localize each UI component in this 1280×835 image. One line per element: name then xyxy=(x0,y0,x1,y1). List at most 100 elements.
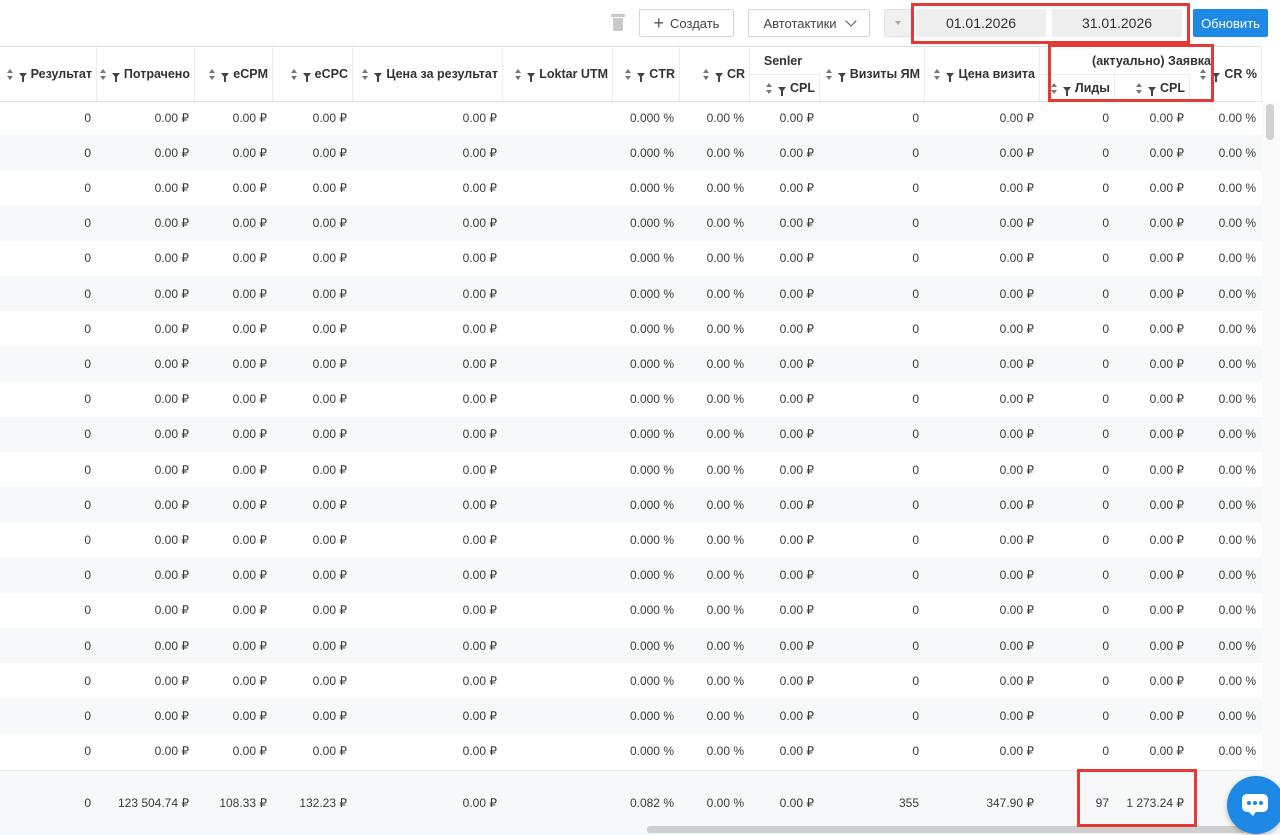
table-row[interactable]: 0 0.00 ₽ 0.00 ₽ 0.00 ₽ 0.00 ₽ 0.000 % 0.00 % 0.… xyxy=(0,205,1262,241)
sort-icon[interactable] xyxy=(99,68,106,80)
filter-icon[interactable] xyxy=(1148,86,1156,96)
column-header-senler-cpl[interactable]: CPL xyxy=(750,74,820,101)
period-preset-dropdown[interactable] xyxy=(884,9,912,37)
sort-icon[interactable] xyxy=(1050,82,1057,94)
date-from-field[interactable]: 01.01.2026 xyxy=(916,9,1046,37)
cell-senler-cpl: 0.00 ₽ xyxy=(779,708,814,723)
horizontal-scrollbar[interactable] xyxy=(647,826,1247,833)
sort-icon[interactable] xyxy=(209,68,216,80)
table-row[interactable]: 0 0.00 ₽ 0.00 ₽ 0.00 ₽ 0.00 ₽ 0.000 % 0.00 % 0.… xyxy=(0,346,1262,382)
table-row[interactable]: 0 0.00 ₽ 0.00 ₽ 0.00 ₽ 0.00 ₽ 0.000 % 0.00 % 0.… xyxy=(0,170,1262,205)
cell-ecpm: 0.00 ₽ xyxy=(232,603,267,618)
cell-price-per-result: 0.00 ₽ xyxy=(462,145,497,160)
filter-icon[interactable] xyxy=(1062,86,1071,96)
sort-icon[interactable] xyxy=(6,68,13,80)
cell-ecpm: 0.00 ₽ xyxy=(232,321,267,336)
cell-price-per-result: 0.00 ₽ xyxy=(462,532,497,547)
filter-icon[interactable] xyxy=(946,72,955,82)
cell-senler-cpl: 0.00 ₽ xyxy=(779,145,814,160)
column-header-spent[interactable]: Потрачено xyxy=(97,47,195,101)
cell-spent: 0.00 ₽ xyxy=(154,110,189,125)
table-row[interactable]: 0 0.00 ₽ 0.00 ₽ 0.00 ₽ 0.00 ₽ 0.000 % 0.00 % 0.… xyxy=(0,734,1262,769)
cell-cr: 0.00 % xyxy=(706,638,744,653)
cell-senler-cpl: 0.00 ₽ xyxy=(779,286,814,301)
filter-icon[interactable] xyxy=(778,86,786,96)
column-header-result[interactable]: Результат xyxy=(0,47,97,101)
vertical-scrollbar-thumb[interactable] xyxy=(1266,104,1274,140)
chat-icon-dot xyxy=(1253,801,1257,805)
column-group-senler: Senler xyxy=(763,53,803,68)
cell-request-cpl: 0.00 ₽ xyxy=(1149,462,1184,477)
autotactics-label: Автотактики xyxy=(763,15,837,31)
cell-cr: 0.00 % xyxy=(706,392,744,407)
column-header-leads[interactable]: Лиды xyxy=(1040,74,1115,101)
filter-icon[interactable] xyxy=(1212,72,1221,82)
autotactics-dropdown[interactable]: Автотактики xyxy=(748,9,870,37)
cell-request-cpl: 0.00 ₽ xyxy=(1149,251,1184,266)
column-header-ecpm[interactable]: eCPM xyxy=(195,47,273,101)
cell-result: 0 xyxy=(84,145,91,160)
column-label: eCPC xyxy=(314,67,348,81)
cell-visit-price: 0.00 ₽ xyxy=(999,744,1034,759)
chat-icon-dot xyxy=(1259,801,1263,805)
column-header-visits-ym[interactable]: Визиты ЯМ xyxy=(820,47,925,101)
column-header-cr-percent[interactable]: CR % xyxy=(1190,47,1262,101)
table-row[interactable]: 0 0.00 ₽ 0.00 ₽ 0.00 ₽ 0.00 ₽ 0.000 % 0.00 % 0.… xyxy=(0,135,1262,171)
column-header-loktar-utm[interactable]: Loktar UTM xyxy=(503,47,613,101)
trash-icon[interactable] xyxy=(610,13,626,33)
filter-icon[interactable] xyxy=(637,72,646,82)
table-row[interactable]: 0 0.00 ₽ 0.00 ₽ 0.00 ₽ 0.00 ₽ 0.000 % 0.00 % 0.… xyxy=(0,628,1262,664)
sort-icon[interactable] xyxy=(515,68,522,80)
column-header-cr[interactable]: CR xyxy=(680,47,750,101)
table-row[interactable]: 0 0.00 ₽ 0.00 ₽ 0.00 ₽ 0.00 ₽ 0.000 % 0.00 % 0.… xyxy=(0,382,1262,417)
sort-icon[interactable] xyxy=(1200,68,1207,80)
cell-ecpm: 0.00 ₽ xyxy=(232,286,267,301)
cell-result: 0 xyxy=(84,744,91,759)
table-row[interactable]: 0 0.00 ₽ 0.00 ₽ 0.00 ₽ 0.00 ₽ 0.000 % 0.00 % 0.… xyxy=(0,452,1262,487)
refresh-button[interactable]: Обновить xyxy=(1193,9,1268,37)
filter-icon[interactable] xyxy=(374,72,383,82)
filter-icon[interactable] xyxy=(221,72,230,82)
table-row[interactable]: 0 0.00 ₽ 0.00 ₽ 0.00 ₽ 0.00 ₽ 0.000 % 0.00 % 0.… xyxy=(0,593,1262,628)
column-header-price-per-result[interactable]: Цена за результат xyxy=(353,47,503,101)
table-row[interactable]: 0 0.00 ₽ 0.00 ₽ 0.00 ₽ 0.00 ₽ 0.000 % 0.00 % 0.… xyxy=(0,241,1262,276)
cell-spent: 0.00 ₽ xyxy=(154,462,189,477)
cell-visits-ym: 0 xyxy=(912,356,919,371)
filter-icon[interactable] xyxy=(837,72,846,82)
table-row[interactable]: 0 0.00 ₽ 0.00 ₽ 0.00 ₽ 0.00 ₽ 0.000 % 0.00 % 0.… xyxy=(0,557,1262,593)
vertical-scrollbar[interactable] xyxy=(1262,100,1280,834)
table-row[interactable]: 0 0.00 ₽ 0.00 ₽ 0.00 ₽ 0.00 ₽ 0.000 % 0.00 % 0.… xyxy=(0,311,1262,346)
table-row[interactable]: 0 0.00 ₽ 0.00 ₽ 0.00 ₽ 0.00 ₽ 0.000 % 0.00 % 0.… xyxy=(0,416,1262,452)
filter-icon[interactable] xyxy=(111,72,120,82)
column-header-visit-price[interactable]: Цена визита xyxy=(925,47,1040,101)
sort-icon[interactable] xyxy=(702,68,709,80)
create-button[interactable]: + Создать xyxy=(639,9,734,37)
sort-icon[interactable] xyxy=(362,68,369,80)
chevron-down-icon xyxy=(844,15,857,27)
sort-icon[interactable] xyxy=(290,68,297,80)
table-row[interactable]: 0 0.00 ₽ 0.00 ₽ 0.00 ₽ 0.00 ₽ 0.000 % 0.00 % 0.… xyxy=(0,522,1262,557)
column-header-request-cpl[interactable]: CPL xyxy=(1115,74,1190,101)
sort-icon[interactable] xyxy=(934,68,941,80)
table-row[interactable]: 0 0.00 ₽ 0.00 ₽ 0.00 ₽ 0.00 ₽ 0.000 % 0.00 % 0.… xyxy=(0,663,1262,698)
date-to-field[interactable]: 31.01.2026 xyxy=(1052,9,1182,37)
column-label: CPL xyxy=(1160,81,1185,95)
filter-icon[interactable] xyxy=(527,72,536,82)
table-row[interactable]: 0 0.00 ₽ 0.00 ₽ 0.00 ₽ 0.00 ₽ 0.000 % 0.00 % 0.… xyxy=(0,100,1262,135)
sort-icon[interactable] xyxy=(625,68,632,80)
filter-icon[interactable] xyxy=(302,72,311,82)
cell-cr: 0.00 % xyxy=(706,356,744,371)
sort-icon[interactable] xyxy=(766,82,772,94)
chat-widget-button[interactable] xyxy=(1227,776,1280,834)
table-row[interactable]: 0 0.00 ₽ 0.00 ₽ 0.00 ₽ 0.00 ₽ 0.000 % 0.00 % 0.… xyxy=(0,487,1262,523)
sort-icon[interactable] xyxy=(1136,82,1142,94)
sort-icon[interactable] xyxy=(825,68,832,80)
filter-icon[interactable] xyxy=(714,72,723,82)
cell-visits-ym: 0 xyxy=(912,180,919,195)
cell-loktar-utm xyxy=(503,593,613,628)
filter-icon[interactable] xyxy=(18,72,27,82)
column-header-ctr[interactable]: CTR xyxy=(613,47,680,101)
table-row[interactable]: 0 0.00 ₽ 0.00 ₽ 0.00 ₽ 0.00 ₽ 0.000 % 0.00 % 0.… xyxy=(0,698,1262,734)
column-header-ecpc[interactable]: eCPC xyxy=(273,47,353,101)
table-row[interactable]: 0 0.00 ₽ 0.00 ₽ 0.00 ₽ 0.00 ₽ 0.000 % 0.00 % 0.… xyxy=(0,276,1262,312)
